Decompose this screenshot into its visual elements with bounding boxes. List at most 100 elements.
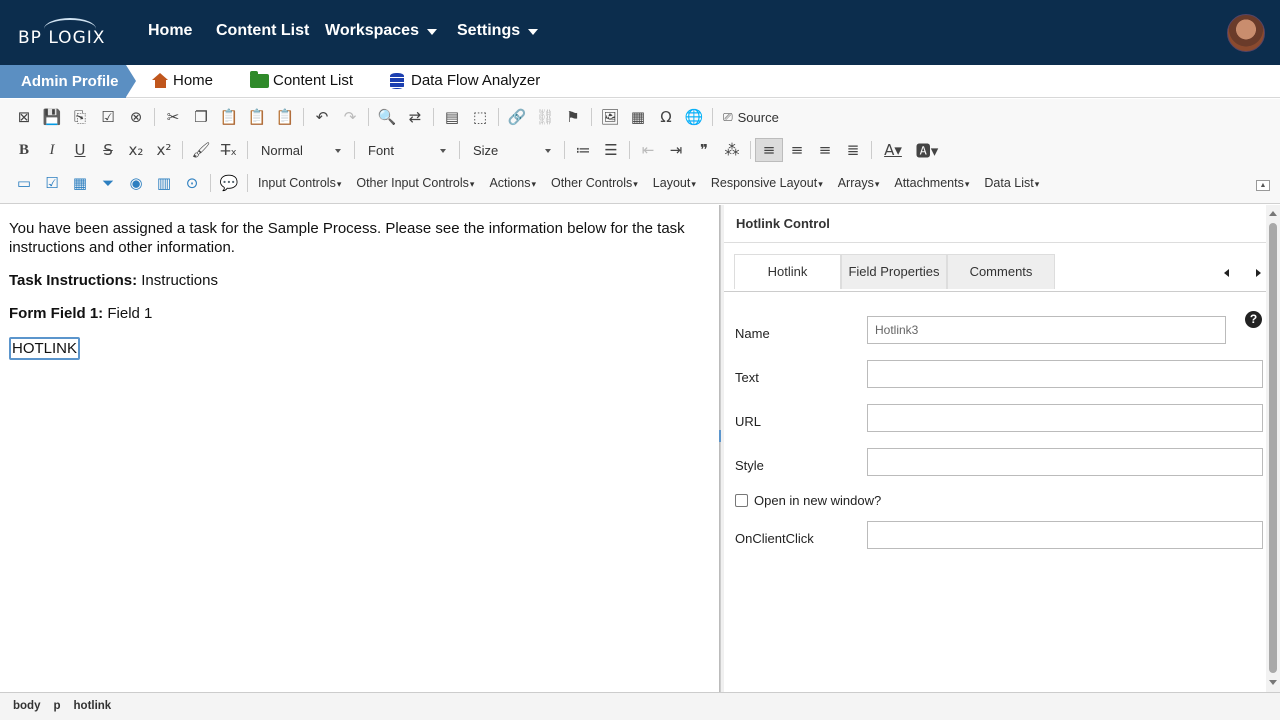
breadcrumb-home[interactable]: Home bbox=[152, 72, 213, 89]
cancel-icon[interactable]: ⊗ bbox=[122, 105, 150, 129]
replace-icon[interactable]: ⇄ bbox=[401, 105, 429, 129]
numbered-list-icon[interactable]: ≔ bbox=[569, 138, 597, 162]
menu-arrays[interactable]: Arrays bbox=[838, 176, 880, 190]
textbox-control-icon[interactable]: ▭ bbox=[10, 171, 38, 195]
logo-text: BP LOGIX bbox=[18, 28, 106, 48]
name-input[interactable] bbox=[867, 316, 1226, 344]
clear-form-icon[interactable]: ⊠ bbox=[10, 105, 38, 129]
copy-icon[interactable]: ❐ bbox=[187, 105, 215, 129]
collapse-toolbar-icon[interactable]: ▲ bbox=[1256, 180, 1270, 191]
menu-attachments[interactable]: Attachments bbox=[894, 176, 969, 190]
editor-content[interactable]: You have been assigned a task for the Sa… bbox=[0, 205, 720, 692]
menu-responsive-layout[interactable]: Responsive Layout bbox=[711, 176, 823, 190]
scroll-down-icon[interactable] bbox=[1269, 680, 1277, 685]
div-container-icon[interactable]: ⁂ bbox=[718, 138, 746, 162]
open-new-window-option[interactable]: Open in new window? bbox=[735, 493, 881, 508]
calendar-control-icon[interactable]: ▦ bbox=[66, 171, 94, 195]
path-p[interactable]: p bbox=[53, 700, 60, 720]
blockquote-icon[interactable]: ❞ bbox=[690, 138, 718, 162]
menu-other-input-controls[interactable]: Other Input Controls bbox=[356, 176, 474, 190]
bulleted-list-icon[interactable]: ☰ bbox=[597, 138, 625, 162]
anchor-flag-icon[interactable]: ⚑ bbox=[559, 105, 587, 129]
checkbox-control-icon[interactable]: ☑ bbox=[38, 171, 66, 195]
breadcrumb-content-list[interactable]: Content List bbox=[250, 70, 353, 89]
breadcrumb-admin-profile[interactable]: Admin Profile bbox=[0, 65, 136, 98]
bold-icon[interactable]: B bbox=[10, 138, 38, 162]
tab-scroll-right-icon[interactable] bbox=[1256, 269, 1261, 277]
underline-icon[interactable]: U bbox=[66, 138, 94, 162]
format-combo[interactable]: Normal bbox=[257, 139, 345, 161]
scroll-up-icon[interactable] bbox=[1269, 211, 1277, 216]
menu-actions[interactable]: Actions bbox=[489, 176, 536, 190]
copy-format-icon[interactable]: 🖌 bbox=[187, 138, 215, 162]
menu-layout[interactable]: Layout bbox=[653, 176, 696, 190]
redo-icon[interactable]: ↷ bbox=[336, 105, 364, 129]
paste-text-icon[interactable]: 📋 bbox=[243, 105, 271, 129]
onclientclick-input[interactable] bbox=[867, 521, 1263, 549]
radio-control-icon[interactable]: ◉ bbox=[122, 171, 150, 195]
hotlink-control[interactable]: HOTLINK bbox=[9, 337, 81, 360]
align-left-icon[interactable]: ≡ bbox=[755, 138, 783, 162]
panel-scrollbar[interactable] bbox=[1266, 205, 1280, 692]
menu-input-controls[interactable]: Input Controls bbox=[258, 176, 341, 190]
menu-other-controls[interactable]: Other Controls bbox=[551, 176, 638, 190]
paste-icon[interactable]: 📋 bbox=[215, 105, 243, 129]
listbox-control-icon[interactable]: ▥ bbox=[150, 171, 178, 195]
menu-data-list[interactable]: Data List bbox=[984, 176, 1039, 190]
find-icon[interactable]: 🔍 bbox=[373, 105, 401, 129]
iframe-globe-icon[interactable]: 🌐 bbox=[680, 105, 708, 129]
toolbar-separator bbox=[750, 141, 751, 159]
tab-hotlink[interactable]: Hotlink bbox=[734, 254, 841, 289]
indent-icon[interactable]: ⇥ bbox=[662, 138, 690, 162]
superscript-icon[interactable]: x² bbox=[150, 138, 178, 162]
font-combo[interactable]: Font bbox=[364, 139, 450, 161]
save-as-icon[interactable]: ⎘ bbox=[66, 105, 94, 129]
subscript-icon[interactable]: x₂ bbox=[122, 138, 150, 162]
special-char-icon[interactable]: Ω bbox=[652, 105, 680, 129]
scroll-thumb[interactable] bbox=[1269, 223, 1277, 673]
align-center-icon[interactable]: ≡ bbox=[783, 138, 811, 162]
folder-icon bbox=[250, 70, 269, 88]
align-right-icon[interactable]: ≡ bbox=[811, 138, 839, 162]
remove-format-icon[interactable]: T̶ₓ bbox=[215, 138, 243, 162]
style-input[interactable] bbox=[867, 448, 1263, 476]
table-icon[interactable]: ▦ bbox=[624, 105, 652, 129]
italic-icon[interactable]: I bbox=[38, 138, 66, 162]
undo-icon[interactable]: ↶ bbox=[308, 105, 336, 129]
source-button[interactable]: ⎚ Source bbox=[723, 110, 779, 125]
breadcrumb-data-flow-analyzer[interactable]: Data Flow Analyzer bbox=[390, 72, 540, 89]
path-hotlink[interactable]: hotlink bbox=[74, 700, 112, 720]
save-icon[interactable]: 💾 bbox=[38, 105, 66, 129]
comment-control-icon[interactable]: 💬 bbox=[215, 171, 243, 195]
text-color-icon[interactable]: A▾ bbox=[876, 138, 910, 162]
size-combo[interactable]: Size bbox=[469, 139, 555, 161]
form-icon[interactable]: ▤ bbox=[438, 105, 466, 129]
url-input[interactable] bbox=[867, 404, 1263, 432]
cut-icon[interactable]: ✂ bbox=[159, 105, 187, 129]
image-icon[interactable]: 🖼 bbox=[596, 105, 624, 129]
select-all-icon[interactable]: ⬚ bbox=[466, 105, 494, 129]
user-avatar[interactable] bbox=[1227, 14, 1265, 52]
nav-settings[interactable]: Settings bbox=[457, 22, 539, 40]
tab-field-properties[interactable]: Field Properties bbox=[841, 254, 947, 289]
tab-scroll-left-icon[interactable] bbox=[1224, 269, 1229, 277]
toggle-control-icon[interactable]: ⊙ bbox=[178, 171, 206, 195]
open-new-window-checkbox[interactable] bbox=[735, 494, 748, 507]
link-icon[interactable]: 🔗 bbox=[503, 105, 531, 129]
background-color-icon[interactable]: 🅰▾ bbox=[910, 138, 944, 162]
save-check-icon[interactable]: ☑ bbox=[94, 105, 122, 129]
bp-logix-logo[interactable]: BP LOGIX bbox=[18, 18, 108, 48]
nav-content-list[interactable]: Content List bbox=[216, 22, 309, 40]
help-icon[interactable]: ? bbox=[1245, 311, 1262, 328]
nav-home[interactable]: Home bbox=[148, 22, 192, 40]
dropdown-control-icon[interactable]: ⏷ bbox=[94, 171, 122, 195]
strikethrough-icon[interactable]: S bbox=[94, 138, 122, 162]
tab-comments[interactable]: Comments bbox=[947, 254, 1055, 289]
path-body[interactable]: body bbox=[13, 700, 40, 720]
outdent-icon[interactable]: ⇤ bbox=[634, 138, 662, 162]
text-input[interactable] bbox=[867, 360, 1263, 388]
unlink-icon[interactable]: ⛓ bbox=[531, 105, 559, 129]
paste-word-icon[interactable]: 📋 bbox=[271, 105, 299, 129]
justify-icon[interactable]: ≣ bbox=[839, 138, 867, 162]
nav-workspaces[interactable]: Workspaces bbox=[325, 22, 437, 40]
